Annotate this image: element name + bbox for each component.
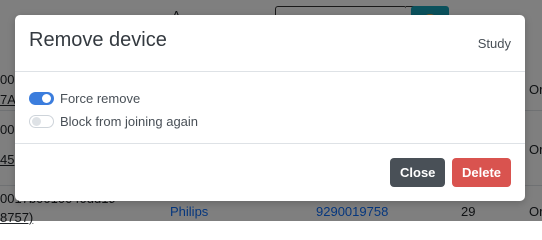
- study-label: Study: [477, 36, 511, 51]
- modal-title: Remove device: [29, 29, 167, 51]
- force-remove-row: Force remove: [29, 87, 511, 110]
- delete-button[interactable]: Delete: [452, 158, 511, 187]
- force-remove-toggle[interactable]: [29, 92, 54, 105]
- toggle-knob: [32, 117, 41, 126]
- modal-body: Force remove Block from joining again: [15, 72, 525, 144]
- force-remove-label[interactable]: Force remove: [60, 91, 140, 106]
- modal-footer: Close Delete: [15, 144, 525, 200]
- close-button[interactable]: Close: [390, 158, 445, 187]
- block-rejoin-toggle[interactable]: [29, 115, 54, 128]
- modal-header: Remove device Study: [15, 15, 525, 72]
- block-rejoin-row: Block from joining again: [29, 110, 511, 133]
- toggle-knob: [42, 94, 51, 103]
- block-rejoin-label[interactable]: Block from joining again: [60, 114, 198, 129]
- remove-device-modal: Remove device Study Force remove Block f…: [15, 15, 525, 201]
